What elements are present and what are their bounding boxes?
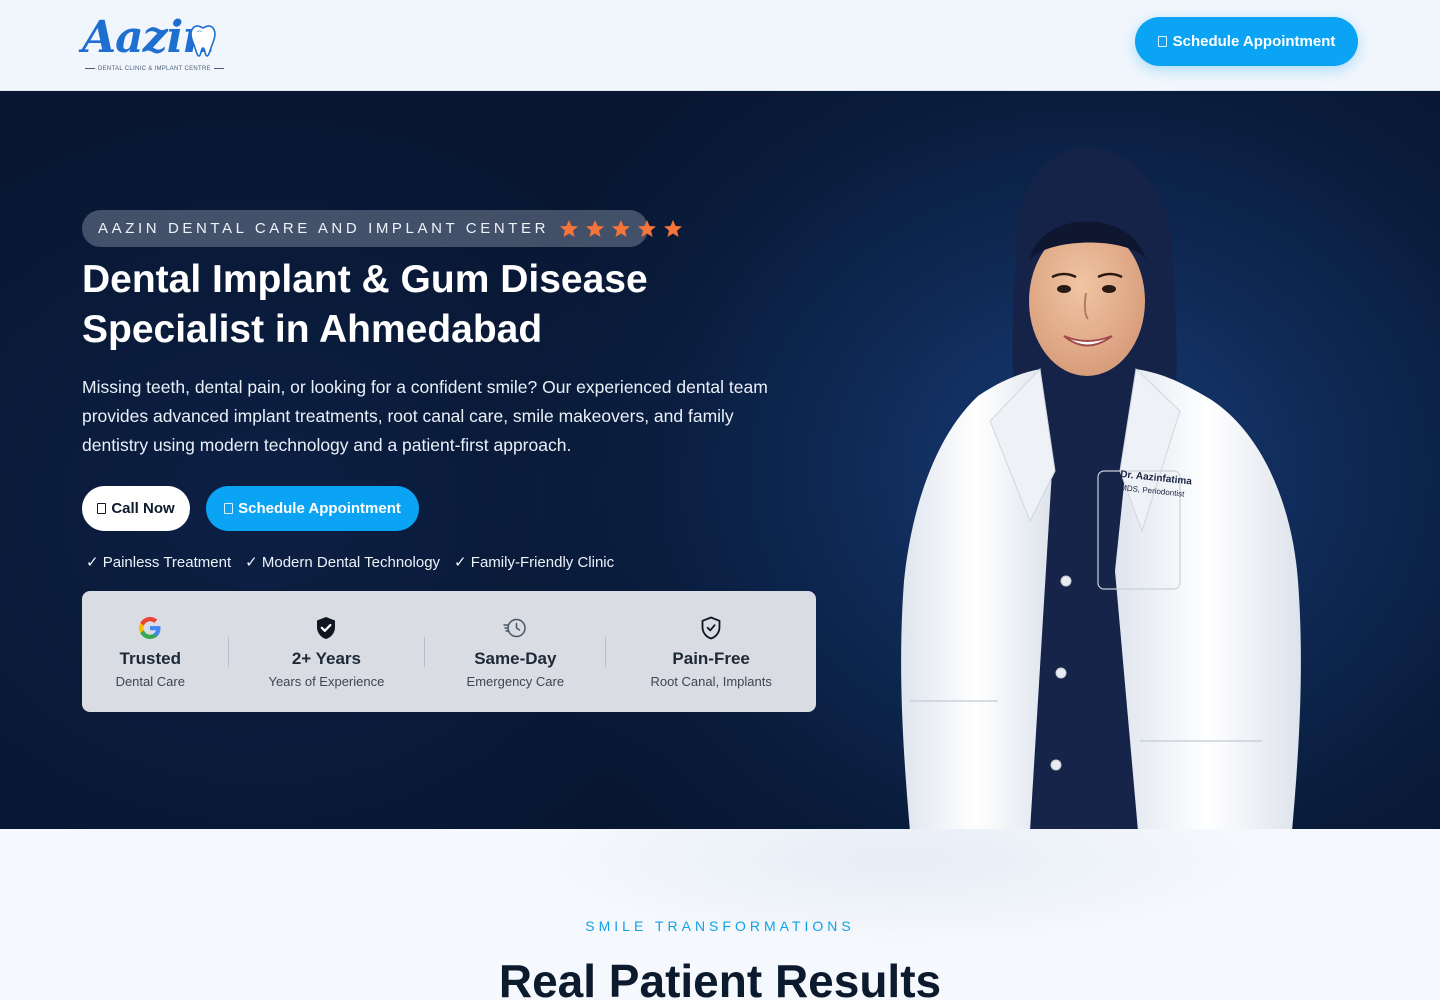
stat-pain-free: Pain-Free Root Canal, Implants xyxy=(606,615,816,689)
stat-same-day: Same-Day Emergency Care xyxy=(425,615,605,689)
shield-check-icon xyxy=(317,616,336,639)
clinic-badge-text: AAZIN DENTAL CARE AND IMPLANT CENTER xyxy=(98,220,550,237)
star-icon xyxy=(612,219,631,237)
hero-title: Dental Implant & Gum Disease Specialist … xyxy=(82,258,648,351)
stat-title: 2+ Years xyxy=(291,648,361,668)
site-header: Aazin DENTAL CLINIC & IMPLANT CENTRE Sch… xyxy=(0,0,1440,91)
stat-title: Pain-Free xyxy=(672,648,750,668)
smile-transformations-section: SMILE TRANSFORMATIONS Real Patient Resul… xyxy=(0,829,1440,1000)
stat-experience: 2+ Years Years of Experience xyxy=(228,615,424,689)
feature-item: ✓ Modern Dental Technology xyxy=(245,554,441,571)
star-icon xyxy=(586,219,605,237)
stat-subtitle: Years of Experience xyxy=(268,673,385,689)
star-icon xyxy=(638,219,657,237)
section-kicker: SMILE TRANSFORMATIONS xyxy=(585,918,855,934)
stat-subtitle: Emergency Care xyxy=(466,673,565,689)
shield-outline-check-icon xyxy=(701,616,721,639)
google-icon xyxy=(139,616,161,639)
stat-subtitle: Root Canal, Implants xyxy=(650,673,772,689)
stat-subtitle: Dental Care xyxy=(115,673,185,689)
rating-stars xyxy=(559,219,683,239)
star-icon xyxy=(664,219,683,237)
section-title: Real Patient Results xyxy=(498,955,942,1000)
calendar-icon xyxy=(1157,36,1167,47)
stats-panel: Trusted Dental Care 2+ Years Years of Ex… xyxy=(82,591,816,712)
tooth-icon xyxy=(190,25,216,57)
clinic-badge: AAZIN DENTAL CARE AND IMPLANT CENTER xyxy=(82,210,683,247)
header-schedule-label: Schedule Appointment xyxy=(1172,33,1336,50)
clock-history-icon xyxy=(503,618,527,637)
header-schedule-appointment-button[interactable]: Schedule Appointment xyxy=(1135,17,1358,66)
hero-section: AAZIN DENTAL CARE AND IMPLANT CENTER Den… xyxy=(0,91,1440,829)
stat-title: Same-Day xyxy=(474,648,557,668)
calendar-icon xyxy=(224,503,234,514)
doctor-portrait: Dr. Aazinfatima MDS, Periodontist xyxy=(901,147,1301,829)
feature-list: ✓ Painless Treatment ✓ Modern Dental Tec… xyxy=(86,553,614,571)
hero-schedule-label: Schedule Appointment xyxy=(238,500,401,517)
feature-item: ✓ Family-Friendly Clinic xyxy=(454,554,615,571)
stat-title: Trusted xyxy=(119,648,181,668)
hero-schedule-appointment-button[interactable]: Schedule Appointment xyxy=(206,486,419,531)
phone-icon xyxy=(97,503,107,514)
call-now-label: Call Now xyxy=(111,500,175,517)
call-now-button[interactable]: Call Now xyxy=(82,486,190,531)
stat-trusted: Trusted Dental Care xyxy=(82,615,219,689)
star-icon xyxy=(560,219,579,237)
feature-item: ✓ Painless Treatment xyxy=(86,554,232,571)
logo-tagline: DENTAL CLINIC & IMPLANT CENTRE xyxy=(82,66,224,72)
hero-lead: Missing teeth, dental pain, or looking f… xyxy=(82,377,768,455)
brand-logo[interactable]: Aazin DENTAL CLINIC & IMPLANT CENTRE xyxy=(82,12,232,78)
